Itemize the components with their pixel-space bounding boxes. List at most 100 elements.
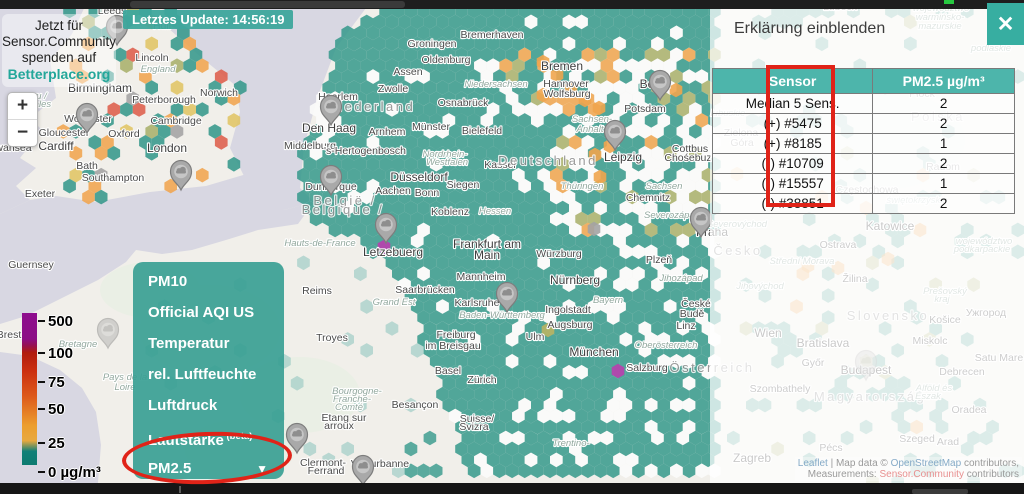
legend-gradient-bar: [22, 313, 37, 465]
map-label: Düsseldorf: [390, 170, 448, 184]
map-label: Hessen: [479, 206, 511, 217]
donation-line: Jetzt für: [2, 18, 116, 34]
table-row: (+) #54752: [713, 114, 1015, 134]
table-cell: 2: [873, 154, 1015, 174]
column-header-sensor: Sensor: [713, 69, 873, 94]
menu-item-temperatur[interactable]: Temperatur: [133, 328, 284, 359]
donation-line: spenden auf: [2, 50, 116, 66]
map-label: Anhalt: [576, 124, 604, 135]
legend-tick-label: 50: [48, 401, 65, 418]
legend-tick-label: 75: [48, 374, 65, 391]
green-indicator: [944, 0, 954, 4]
map-label: Ulm: [526, 331, 545, 343]
attribution-text: Measurements:: [808, 469, 880, 480]
map-label: Augsburg: [548, 319, 593, 331]
map-label: Siegen: [447, 179, 480, 191]
map-label: Belgique /: [302, 202, 385, 217]
table-cell: 1: [873, 174, 1015, 194]
chevron-down-icon: ▼: [256, 462, 268, 476]
zoom-control: + −: [7, 92, 38, 147]
table-row: (-) #388512: [713, 194, 1015, 214]
menu-item-pm25-selected[interactable]: PM2.5 ▼: [133, 452, 284, 485]
map-label: Oberösterreich: [635, 340, 698, 351]
map-label: Linz: [676, 320, 695, 332]
table-cell: 1: [873, 134, 1015, 154]
map-label: Letzebuerg: [363, 245, 423, 259]
attribution-text: contributors: [964, 469, 1019, 480]
leaflet-link[interactable]: Leaflet: [798, 458, 828, 469]
legend-tick: [38, 320, 45, 322]
map-label: München: [569, 345, 618, 359]
taskbar: [0, 483, 1024, 494]
menu-item-rel-luftfeuchte[interactable]: rel. Luftfeuchte: [133, 359, 284, 390]
map-label: Potsdam: [624, 103, 666, 115]
sensor-community-map-app: { "donation": {"lines": ["Jetzt für", "S…: [0, 0, 1024, 494]
map-label: Assen: [393, 66, 422, 78]
map-label: Mannheim: [456, 271, 505, 283]
legend-tick-label: 100: [48, 345, 73, 362]
map-label: Troyes: [316, 332, 348, 344]
sensor-community-link[interactable]: Sensor.Community: [879, 469, 963, 480]
map-label: Karlsruhe: [455, 297, 500, 309]
map-label: Zwolle: [378, 83, 409, 95]
map-label: 's-Hertogenbosch: [324, 145, 406, 157]
table-row: (+) #81851: [713, 134, 1015, 154]
map-label: Bielefeld: [462, 125, 502, 137]
map-label: Sachsen: [646, 181, 683, 192]
map-label: Salzburg: [626, 362, 668, 374]
map-label: Zürich: [467, 374, 496, 386]
map-label: England: [141, 64, 177, 75]
map-label: Cardiff: [38, 139, 74, 153]
map-label: Westfalen: [426, 157, 468, 168]
map-label: Den Haag: [302, 121, 356, 135]
legend-tick: [38, 381, 45, 383]
sensor-cluster-marker-icon[interactable]: [353, 456, 374, 486]
map-label: Grand Est: [373, 297, 416, 308]
map-label: Nürnberg: [550, 273, 600, 287]
table-cell: (+) #8185: [713, 134, 873, 154]
map-label: Trentino-: [552, 438, 589, 449]
table-cell: 2: [873, 114, 1015, 134]
browser-top-bar: [0, 0, 1024, 9]
last-update-badge: Letztes Update: 14:56:19: [123, 10, 293, 29]
attribution-line2: Measurements: Sensor.Community contribut…: [798, 469, 1019, 480]
map-label: Exeter: [25, 188, 56, 200]
table-header-row: Sensor PM2.5 µg/m³: [713, 69, 1015, 94]
close-icon[interactable]: ✕: [987, 3, 1024, 45]
map-label: Groningen: [407, 38, 456, 50]
sensor-table: Sensor PM2.5 µg/m³ Median 5 Sens.2(+) #5…: [712, 68, 1015, 214]
panel-title[interactable]: Erklärung einblenden: [734, 20, 885, 38]
menu-item-luftdruck[interactable]: Luftdruck: [133, 390, 284, 421]
table-cell: (-) #10709: [713, 154, 873, 174]
map-label: Osnabrück: [438, 97, 490, 109]
column-header-pm25: PM2.5 µg/m³: [873, 69, 1015, 94]
osm-link[interactable]: OpenStreetMap: [891, 458, 962, 469]
table-cell: 2: [873, 194, 1015, 214]
map-label: Peterborough: [132, 94, 196, 106]
table-cell: (-) #15557: [713, 174, 873, 194]
map-label: Basel: [435, 365, 461, 377]
zoom-in-button[interactable]: +: [8, 93, 37, 119]
legend-tick: [38, 352, 45, 354]
map-label: Münster: [412, 121, 450, 133]
map-attribution: Leaflet | Map data © OpenStreetMap contr…: [795, 457, 1022, 481]
map-label: Budě: [680, 308, 705, 320]
map-label: Gloucester: [39, 127, 90, 139]
table-cell: 2: [873, 94, 1015, 114]
menu-item-pm10[interactable]: PM10: [133, 266, 284, 297]
table-cell: (-) #38851: [713, 194, 873, 214]
zoom-out-button[interactable]: −: [8, 120, 37, 146]
map-label: arroux: [324, 420, 355, 432]
betterplace-link[interactable]: Betterplace.org: [2, 66, 116, 83]
map-label: Bremerhaven: [460, 29, 523, 41]
beta-tag: (beta): [224, 431, 253, 442]
map-label: Jihozápad: [658, 273, 703, 284]
map-label: Guernsey: [8, 259, 54, 271]
menu-item-lautst-rke[interactable]: Lautstärke (beta): [133, 421, 284, 452]
menu-item-official-aqi-us[interactable]: Official AQI US: [133, 297, 284, 328]
layer-menu: PM10Official AQI USTemperaturrel. Luftfe…: [133, 262, 284, 479]
tab-slot: [130, 1, 405, 8]
map-label: Lincoln: [135, 52, 168, 64]
map-label: Chośebuz: [664, 152, 711, 164]
map-label: im Breisgau: [425, 340, 481, 352]
